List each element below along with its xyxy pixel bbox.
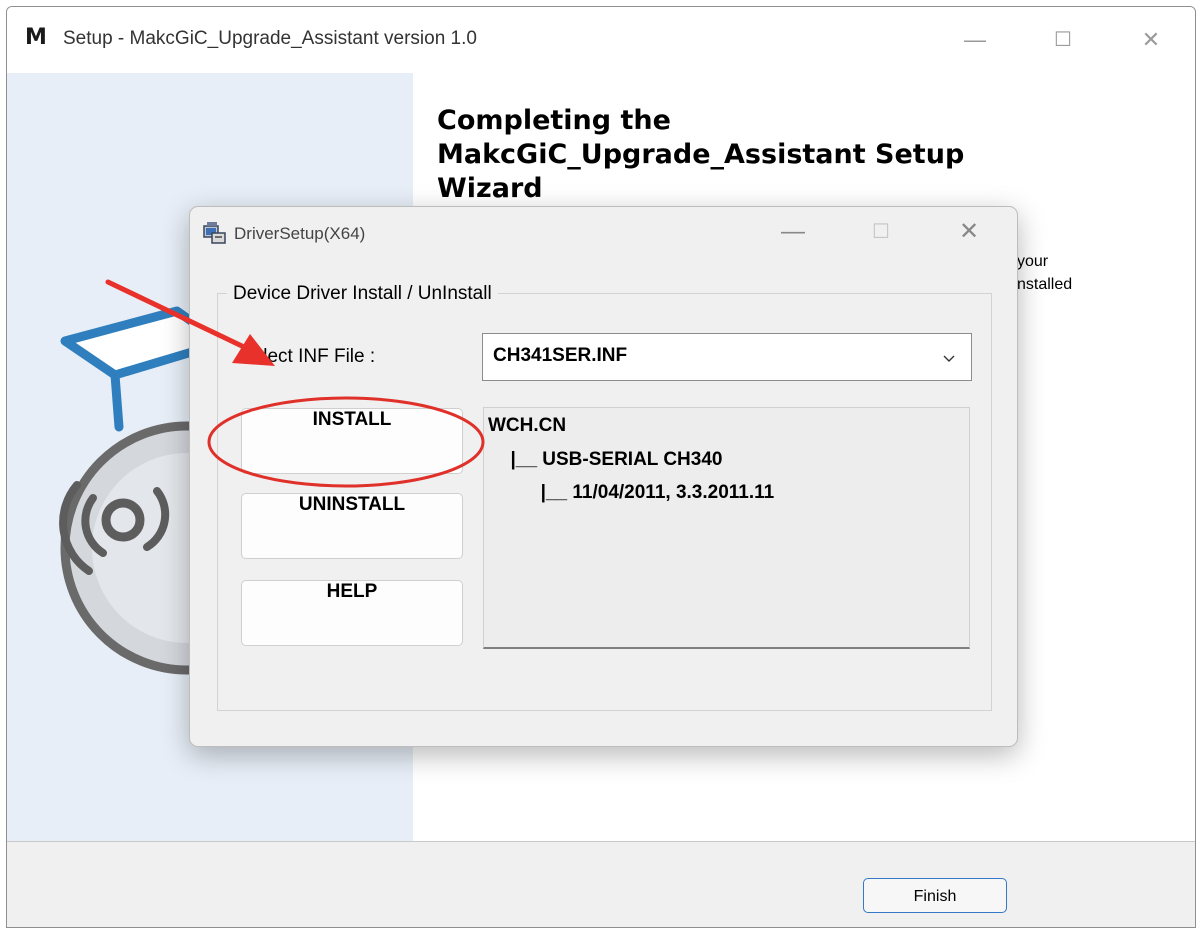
dialog-maximize-button: ☐: [872, 221, 890, 243]
heading-line: Wizard: [437, 173, 543, 204]
close-button[interactable]: ✕: [1131, 23, 1171, 57]
dialog-close-button[interactable]: ✕: [949, 215, 989, 249]
chevron-down-icon: [943, 355, 955, 362]
inf-file-label: Select INF File :: [240, 346, 376, 367]
install-button[interactable]: INSTALL: [241, 408, 463, 474]
dialog-minimize-button[interactable]: —: [773, 215, 813, 249]
minimize-button[interactable]: —: [955, 23, 995, 57]
body-text-line: your: [1017, 253, 1049, 270]
driver-setup-icon: [203, 222, 226, 244]
heading-line: MakcGiC_Upgrade_Assistant Setup: [437, 139, 965, 170]
dialog-title: DriverSetup(X64): [234, 224, 366, 243]
wizard-footer: Finish: [7, 841, 1195, 927]
window-title: Setup - MakcGiC_Upgrade_Assistant versio…: [63, 28, 477, 49]
info-line: WCH.CN: [488, 415, 567, 436]
help-button[interactable]: HELP: [241, 580, 463, 646]
driver-info-panel: WCH.CN |__ USB-SERIAL CH340 |__ 11/04/20…: [483, 407, 970, 649]
groupbox-label: Device Driver Install / UnInstall: [227, 283, 498, 305]
wizard-heading: Completing the MakcGiC_Upgrade_Assistant…: [437, 104, 1137, 206]
app-logo: M: [25, 25, 47, 50]
info-line: |__ 11/04/2011, 3.3.2011.11: [509, 482, 775, 503]
finish-button[interactable]: Finish: [863, 878, 1007, 913]
driver-setup-dialog: DriverSetup(X64) — ☐ ✕ Device Driver Ins…: [189, 206, 1018, 747]
maximize-button[interactable]: ☐: [1043, 23, 1083, 57]
inf-file-value: CH341SER.INF: [493, 345, 628, 366]
uninstall-button[interactable]: UNINSTALL: [241, 493, 463, 559]
info-line: |__ USB-SERIAL CH340: [500, 449, 723, 470]
wizard-body-text: your nstalled: [1017, 250, 1072, 296]
inf-file-select[interactable]: CH341SER.INF: [482, 333, 972, 381]
body-text-line: nstalled: [1017, 276, 1073, 293]
setup-titlebar: M Setup - MakcGiC_Upgrade_Assistant vers…: [7, 7, 1195, 73]
heading-line: Completing the: [437, 105, 671, 136]
